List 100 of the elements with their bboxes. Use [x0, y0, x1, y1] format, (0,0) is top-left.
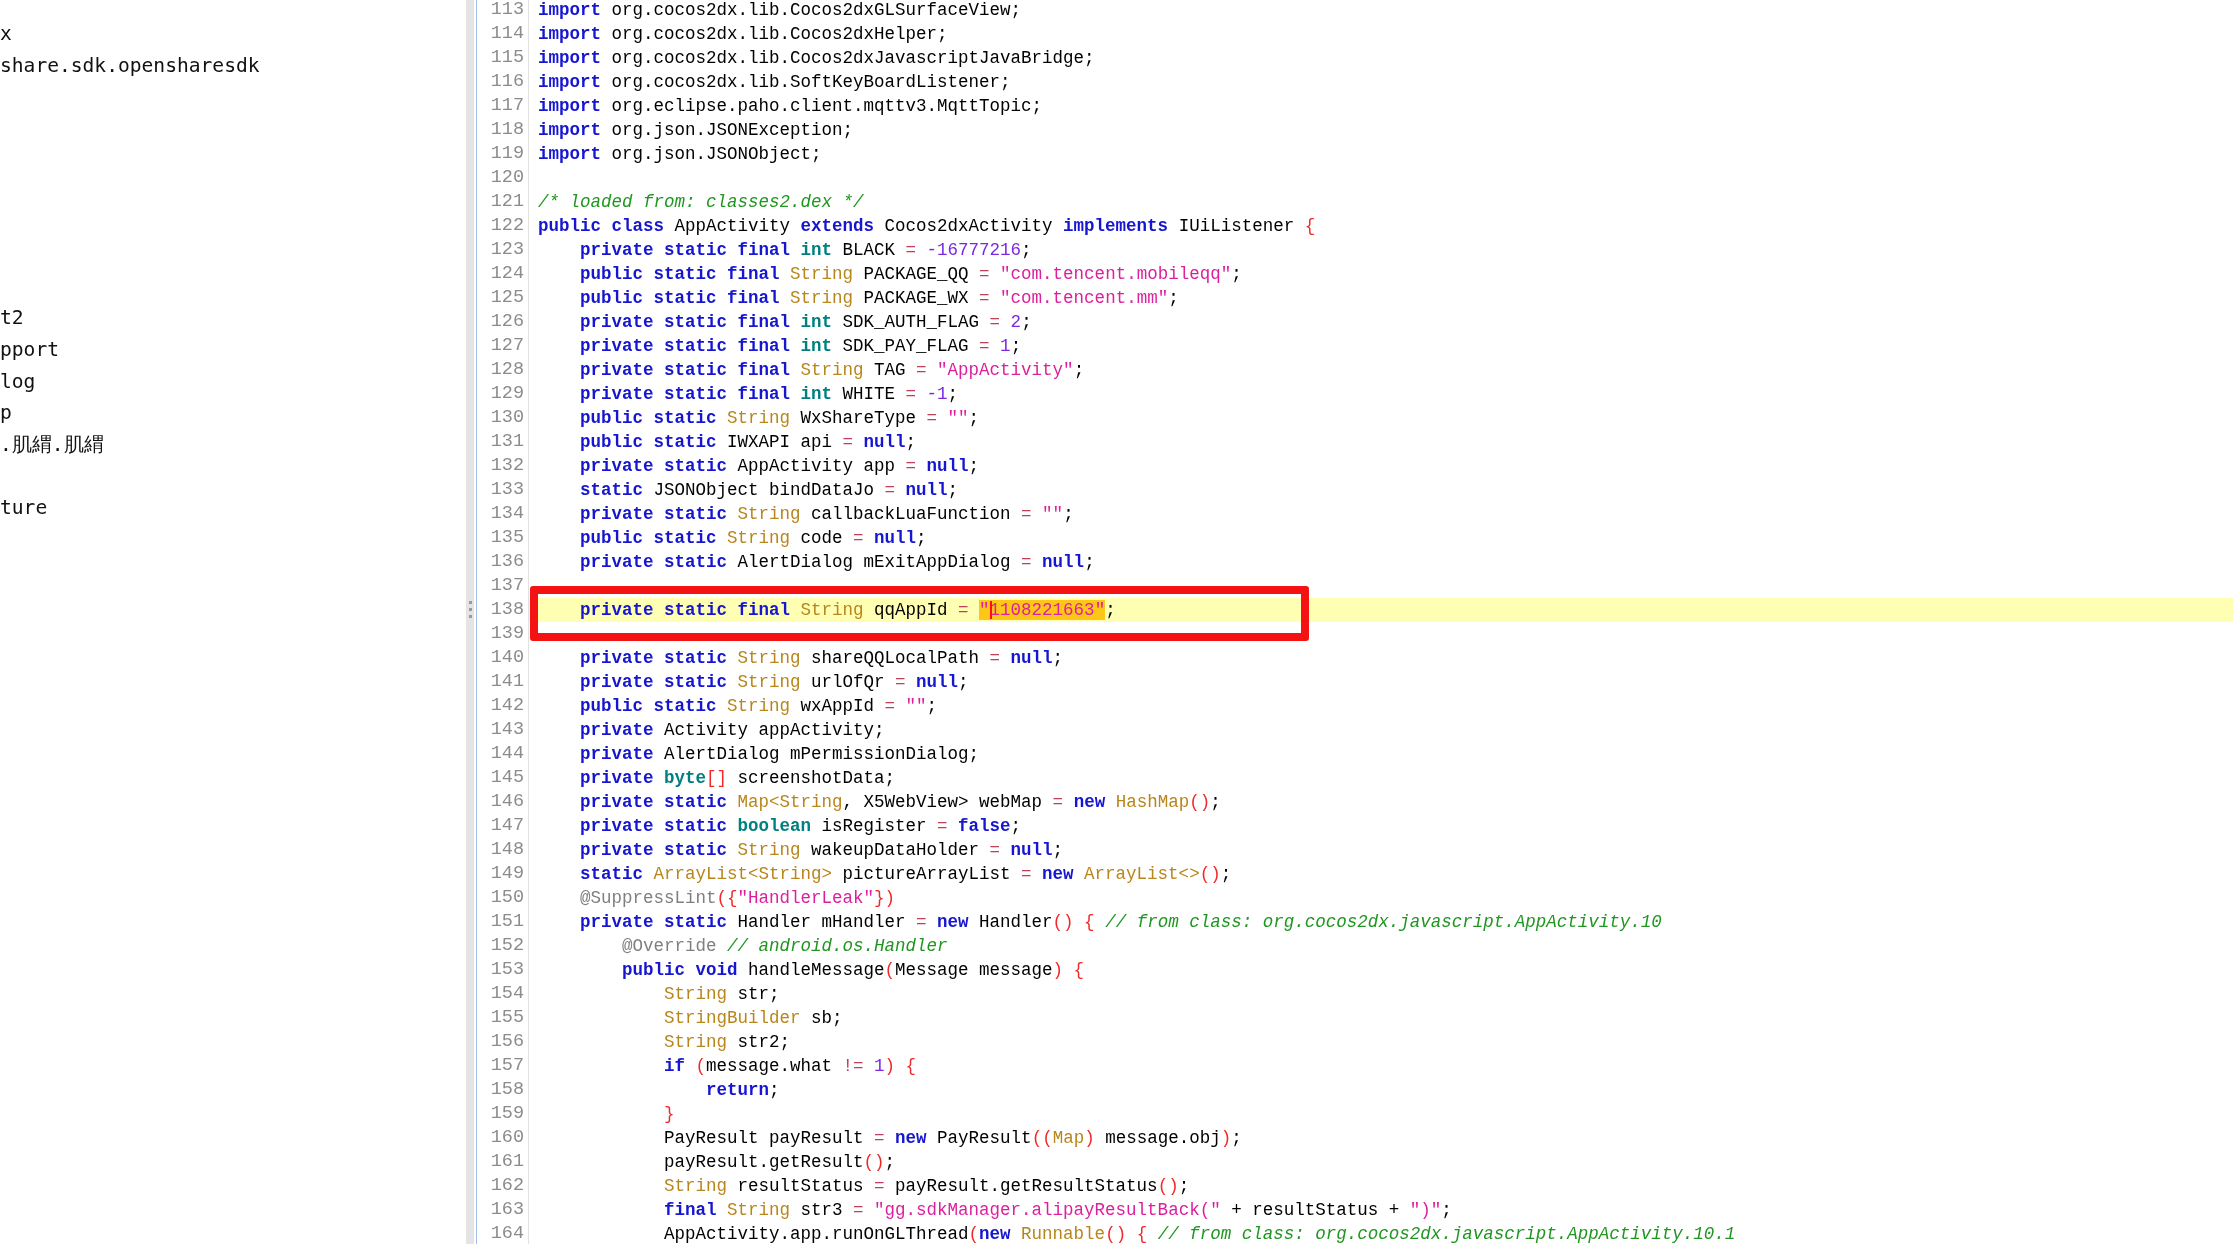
line-number: 137 — [490, 575, 524, 596]
code-line: private static Handler mHandler = new Handler() { // from class: org.cocos2dx.javascript.AppActivity.10 — [580, 911, 1662, 934]
code-line: if (message.what != 1) { — [664, 1055, 917, 1078]
code-line: import org.json.JSONException; — [538, 119, 854, 142]
line-number: 158 — [490, 1079, 524, 1100]
code-line: private Activity appActivity; — [580, 719, 885, 742]
line-number: 164 — [490, 1223, 524, 1244]
code-line: private byte[] screenshotData; — [580, 767, 896, 790]
line-number: 139 — [490, 623, 524, 644]
line-number: 144 — [490, 743, 524, 764]
code-line: public static final String PACKAGE_WX = "com.tencent.mm"; — [580, 287, 1179, 310]
tree-item[interactable]: p — [0, 397, 12, 429]
line-number: 118 — [490, 119, 524, 140]
code-line: public static IWXAPI api = null; — [580, 431, 917, 454]
line-number: 131 — [490, 431, 524, 452]
line-number: 156 — [490, 1031, 524, 1052]
line-number: 157 — [490, 1055, 524, 1076]
line-number: 128 — [490, 359, 524, 380]
line-number: 140 — [490, 647, 524, 668]
code-line: private static final int SDK_AUTH_FLAG = 2; — [580, 311, 1032, 334]
line-number: 122 — [490, 215, 524, 236]
line-number: 145 — [490, 767, 524, 788]
code-line: private static String wakeupDataHolder = null; — [580, 839, 1064, 862]
tree-item[interactable]: t2 — [0, 302, 24, 334]
line-number: 155 — [490, 1007, 524, 1028]
line-number: 152 — [490, 935, 524, 956]
code-line: AppActivity.app.runOnGLThread(new Runnable() { // from class: org.cocos2dx.javascript.AppActivity.10.1 — [664, 1223, 1736, 1244]
line-number: 116 — [490, 71, 524, 92]
code-line: String resultStatus = payResult.getResultStatus(); — [664, 1175, 1190, 1198]
line-number: 115 — [490, 47, 524, 68]
code-line: String str2; — [664, 1031, 791, 1054]
line-number: 114 — [490, 23, 524, 44]
line-number: 135 — [490, 527, 524, 548]
line-number: 119 — [490, 143, 524, 164]
line-number: 151 — [490, 911, 524, 932]
line-number: 153 — [490, 959, 524, 980]
line-number: 149 — [490, 863, 524, 884]
line-number: 161 — [490, 1151, 524, 1172]
code-line: private static String shareQQLocalPath = null; — [580, 647, 1064, 670]
code-line: import org.cocos2dx.lib.Cocos2dxHelper; — [538, 23, 948, 46]
tree-item[interactable]: pport — [0, 333, 59, 366]
code-line: /* loaded from: classes2.dex */ — [538, 191, 864, 214]
code-line: private static AppActivity app = null; — [580, 455, 980, 478]
code-line: public static String WxShareType = ""; — [580, 407, 980, 430]
splitter-grip-icon — [468, 601, 472, 618]
code-line: String str; — [664, 983, 780, 1006]
code-line: private static final int SDK_PAY_FLAG = 1; — [580, 335, 1022, 358]
code-line: static JSONObject bindDataJo = null; — [580, 479, 959, 502]
line-number: 162 — [490, 1175, 524, 1196]
tree-item[interactable]: ture — [0, 491, 48, 524]
code-line: import org.cocos2dx.lib.Cocos2dxJavascriptJavaBridge; — [538, 47, 1095, 70]
code-line: return; — [706, 1079, 780, 1102]
line-number: 148 — [490, 839, 524, 860]
tree-item[interactable]: share.sdk.opensharesdk — [0, 49, 260, 82]
line-number: 130 — [490, 407, 524, 428]
code-line: private static String callbackLuaFunction = ""; — [580, 503, 1074, 526]
code-line: import org.eclipse.paho.client.mqttv3.MqttTopic; — [538, 95, 1043, 118]
line-number: 150 — [490, 887, 524, 908]
code-line: import org.json.JSONObject; — [538, 143, 822, 166]
line-number: 146 — [490, 791, 524, 812]
line-number: 132 — [490, 455, 524, 476]
code-line: @SuppressLint({"HandlerLeak"}) — [580, 887, 896, 910]
code-line: payResult.getResult(); — [664, 1151, 896, 1174]
splitter-bar[interactable] — [466, 0, 474, 1244]
code-line: private static final String TAG = "AppActivity"; — [580, 359, 1085, 382]
code-line: final String str3 = "gg.sdkManager.alipayResultBack(" + resultStatus + ")"; — [664, 1199, 1452, 1222]
line-number: 142 — [490, 695, 524, 716]
code-line: import org.cocos2dx.lib.Cocos2dxGLSurfaceView; — [538, 0, 1022, 22]
line-number: 141 — [490, 671, 524, 692]
line-number: 159 — [490, 1103, 524, 1124]
code-line: public class AppActivity extends Cocos2dxActivity implements IUiListener { — [538, 215, 1316, 238]
code-line: } — [664, 1103, 675, 1126]
code-line: private static String urlOfQr = null; — [580, 671, 969, 694]
tree-item[interactable]: log — [0, 365, 36, 398]
code-line: public static final String PACKAGE_QQ = "com.tencent.mobileqq"; — [580, 263, 1242, 286]
code-line: public static String wxAppId = ""; — [580, 695, 938, 718]
code-line: @Override // android.os.Handler — [622, 935, 948, 958]
code-line: public void handleMessage(Message message) { — [622, 959, 1085, 982]
line-number: 117 — [490, 95, 524, 116]
code-line: private static Map<String, X5WebView> webMap = new HashMap(); — [580, 791, 1221, 814]
line-number: 160 — [490, 1127, 524, 1148]
line-number: 120 — [490, 167, 524, 188]
code-line: private static AlertDialog mExitAppDialog = null; — [580, 551, 1095, 574]
line-number: 154 — [490, 983, 524, 1004]
line-number: 127 — [490, 335, 524, 356]
code-line: private static final int BLACK = -16777216; — [580, 239, 1032, 262]
code-line: static ArrayList<String> pictureArrayList = new ArrayList<>(); — [580, 863, 1232, 886]
tree-item[interactable]: x — [0, 18, 12, 50]
text-cursor-icon — [989, 601, 992, 619]
line-number: 163 — [490, 1199, 524, 1220]
line-number: 126 — [490, 311, 524, 332]
line-number: 124 — [490, 263, 524, 284]
code-line: private AlertDialog mPermissionDialog; — [580, 743, 980, 766]
code-line: StringBuilder sb; — [664, 1007, 843, 1030]
line-number: 125 — [490, 287, 524, 308]
code-line: private static final int WHITE = -1; — [580, 383, 959, 406]
code-line: PayResult payResult = new PayResult((Map) message.obj); — [664, 1127, 1242, 1150]
code-line: private static boolean isRegister = false; — [580, 815, 1022, 838]
line-number: 123 — [490, 239, 524, 260]
tree-item[interactable]: .肌緭.肌緭 — [0, 428, 104, 461]
